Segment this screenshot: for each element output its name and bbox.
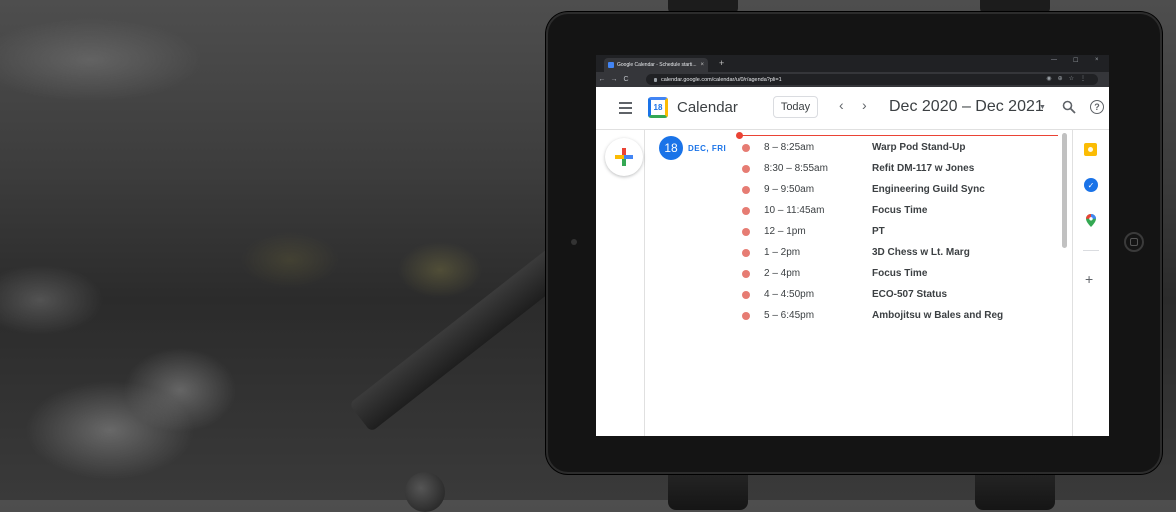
logo-number: 18	[653, 103, 663, 112]
agenda-scrollbar[interactable]	[1062, 133, 1067, 248]
side-panel: ✓ +	[1072, 130, 1109, 436]
search-icon[interactable]	[1062, 100, 1076, 114]
reload-icon[interactable]: C	[620, 76, 632, 83]
event-title: Engineering Guild Sync	[872, 184, 985, 195]
event-row[interactable]: 4 – 4:50pm ECO-507 Status	[742, 284, 1060, 305]
event-row[interactable]: 9 – 9:50am Engineering Guild Sync	[742, 179, 1060, 200]
browser-tab[interactable]: Google Calendar - Schedule starti... ×	[604, 58, 708, 72]
event-title: 3D Chess w Lt. Marg	[872, 247, 970, 258]
event-color-dot	[742, 143, 750, 152]
back-icon[interactable]: ←	[596, 76, 608, 83]
event-time: 8 – 8:25am	[764, 142, 815, 153]
event-color-dot	[742, 206, 750, 215]
view-dropdown-icon[interactable]: ▼	[1039, 104, 1046, 111]
maps-icon[interactable]	[1086, 214, 1096, 227]
event-color-dot	[742, 248, 750, 257]
stand-joint	[405, 472, 445, 512]
event-row[interactable]: 12 – 1pm PT	[742, 221, 1060, 242]
left-rail	[596, 130, 645, 436]
create-event-button[interactable]	[605, 138, 643, 176]
side-panel-divider	[1083, 250, 1099, 251]
event-time: 12 – 1pm	[764, 226, 806, 237]
event-time: 4 – 4:50pm	[764, 289, 815, 300]
event-time: 8:30 – 8:55am	[764, 163, 828, 174]
tablet-home-button[interactable]	[1124, 232, 1144, 252]
next-period-icon[interactable]: ›	[862, 97, 867, 113]
event-title: Focus Time	[872, 205, 928, 216]
event-color-dot	[742, 185, 750, 194]
forward-icon[interactable]: →	[608, 76, 620, 83]
event-title: PT	[872, 226, 885, 237]
event-row[interactable]: 1 – 2pm 3D Chess w Lt. Marg	[742, 242, 1060, 263]
tab-title: Google Calendar - Schedule starti...	[617, 62, 697, 68]
event-time: 2 – 4pm	[764, 268, 801, 279]
event-color-dot	[742, 164, 750, 173]
tablet-stand-arm	[348, 243, 576, 433]
event-title: ECO-507 Status	[872, 289, 948, 300]
calendar-header: 18 Calendar Today ‹ › Dec 2020 – Dec 202…	[596, 87, 1109, 130]
day-number-badge[interactable]: 18	[659, 136, 683, 160]
browser-address-bar: ← → C calendar.google.com/calendar/u/0/r…	[596, 72, 1109, 87]
event-row[interactable]: 8 – 8:25am Warp Pod Stand-Up	[742, 137, 1060, 158]
add-icon[interactable]: +	[1085, 271, 1093, 287]
event-row[interactable]: 2 – 4pm Focus Time	[742, 263, 1060, 284]
event-time: 9 – 9:50am	[764, 184, 815, 195]
day-label: DEC, FRI	[688, 144, 727, 153]
event-color-dot	[742, 290, 750, 299]
event-title: Refit DM-117 w Jones	[872, 163, 975, 174]
event-color-dot	[742, 311, 750, 320]
tablet-camera	[571, 239, 577, 245]
omnibox-actions-icon[interactable]: ◉⊕☆⋮	[1046, 75, 1092, 82]
lock-icon	[654, 77, 657, 82]
window-maximize-button[interactable]: ☐	[1073, 57, 1078, 64]
previous-period-icon[interactable]: ‹	[839, 97, 844, 113]
event-time: 5 – 6:45pm	[764, 310, 815, 321]
tablet-screen: Google Calendar - Schedule starti... × +…	[596, 55, 1109, 436]
tasks-icon[interactable]: ✓	[1084, 178, 1098, 192]
keep-icon[interactable]	[1084, 143, 1097, 156]
url-field[interactable]: calendar.google.com/calendar/u/0/r/agend…	[646, 74, 1098, 85]
event-row[interactable]: 8:30 – 8:55am Refit DM-117 w Jones	[742, 158, 1060, 179]
url-text: calendar.google.com/calendar/u/0/r/agend…	[661, 76, 782, 83]
help-icon[interactable]: ?	[1090, 100, 1104, 114]
calendar-logo-icon[interactable]: 18	[648, 97, 668, 118]
event-row[interactable]: 5 – 6:45pm Ambojitsu w Bales and Reg	[742, 305, 1060, 326]
event-color-dot	[742, 227, 750, 236]
agenda-view: 18 DEC, FRI 8 – 8:25am Warp Pod Stand-Up…	[596, 130, 1109, 436]
event-title: Warp Pod Stand-Up	[872, 142, 966, 153]
new-tab-button[interactable]: +	[719, 57, 724, 69]
window-close-button[interactable]: ×	[1095, 57, 1099, 63]
event-time: 10 – 11:45am	[764, 205, 825, 216]
window-minimize-button[interactable]: —	[1051, 57, 1057, 63]
date-range-title: Dec 2020 – Dec 2021	[889, 98, 1044, 115]
event-title: Focus Time	[872, 268, 928, 279]
current-time-line	[740, 135, 1058, 136]
event-time: 1 – 2pm	[764, 247, 801, 258]
browser-tab-strip: Google Calendar - Schedule starti... × +…	[596, 55, 1109, 72]
today-button[interactable]: Today	[773, 96, 818, 118]
calendar-favicon-icon	[608, 62, 614, 68]
event-title: Ambojitsu w Bales and Reg	[872, 310, 1004, 321]
event-color-dot	[742, 269, 750, 278]
tab-close-icon[interactable]: ×	[700, 62, 704, 68]
event-row[interactable]: 10 – 11:45am Focus Time	[742, 200, 1060, 221]
app-title: Calendar	[677, 99, 738, 116]
main-menu-icon[interactable]	[619, 102, 632, 114]
